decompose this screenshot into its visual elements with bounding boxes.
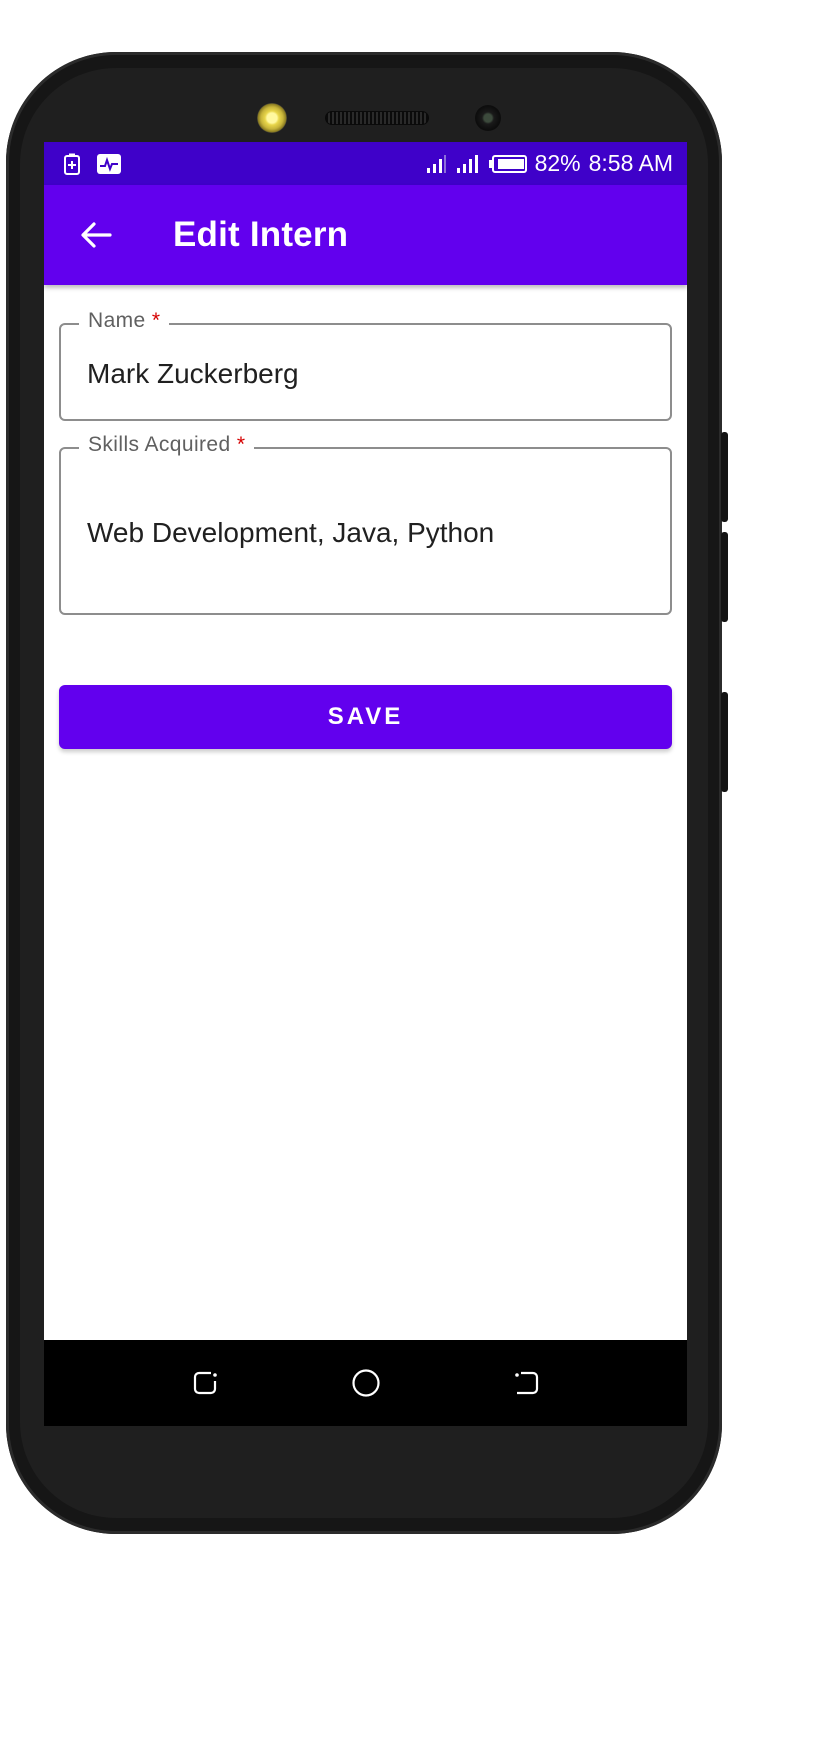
battery-icon — [488, 154, 527, 174]
required-mark: * — [236, 433, 246, 456]
signal-icon — [455, 154, 481, 174]
edit-intern-form: Name * Skills Acquired * Web Development… — [44, 309, 687, 749]
activity-monitor-icon — [96, 153, 122, 175]
back-button[interactable] — [74, 213, 118, 257]
status-time: 8:58 AM — [588, 150, 673, 176]
phone-frame: 82% 8:58 AM Edit Intern Name * Skills Ac… — [6, 52, 728, 1534]
system-nav-bar — [44, 1340, 687, 1426]
app-bar: Edit Intern — [44, 185, 687, 285]
home-icon — [351, 1368, 381, 1398]
front-camera — [257, 103, 287, 133]
volume-up-button — [721, 432, 728, 522]
name-field: Name * — [59, 309, 672, 421]
arrow-back-icon — [80, 221, 112, 249]
proximity-sensor — [475, 105, 501, 131]
save-button[interactable]: SAVE — [59, 685, 672, 749]
back-icon — [513, 1369, 541, 1397]
nav-back-button[interactable] — [497, 1353, 557, 1413]
required-mark: * — [151, 309, 161, 332]
skills-field-label: Skills Acquired * — [79, 433, 255, 457]
battery-saver-icon — [64, 153, 80, 175]
recent-apps-button[interactable] — [175, 1353, 235, 1413]
earpiece-speaker — [325, 111, 429, 125]
recent-apps-icon — [191, 1369, 219, 1397]
page-title: Edit Intern — [173, 215, 349, 254]
volume-down-button — [721, 532, 728, 622]
skills-field: Skills Acquired * Web Development, Java,… — [59, 433, 672, 615]
skills-input[interactable]: Web Development, Java, Python — [61, 513, 670, 557]
name-input[interactable] — [61, 354, 670, 394]
device-screen: 82% 8:58 AM Edit Intern Name * Skills Ac… — [44, 142, 687, 1426]
home-button[interactable] — [336, 1353, 396, 1413]
name-field-label: Name * — [79, 309, 170, 333]
battery-percent: 82% — [534, 150, 581, 176]
power-button — [721, 692, 728, 792]
signal-icon — [425, 154, 447, 174]
status-bar: 82% 8:58 AM — [44, 142, 687, 185]
